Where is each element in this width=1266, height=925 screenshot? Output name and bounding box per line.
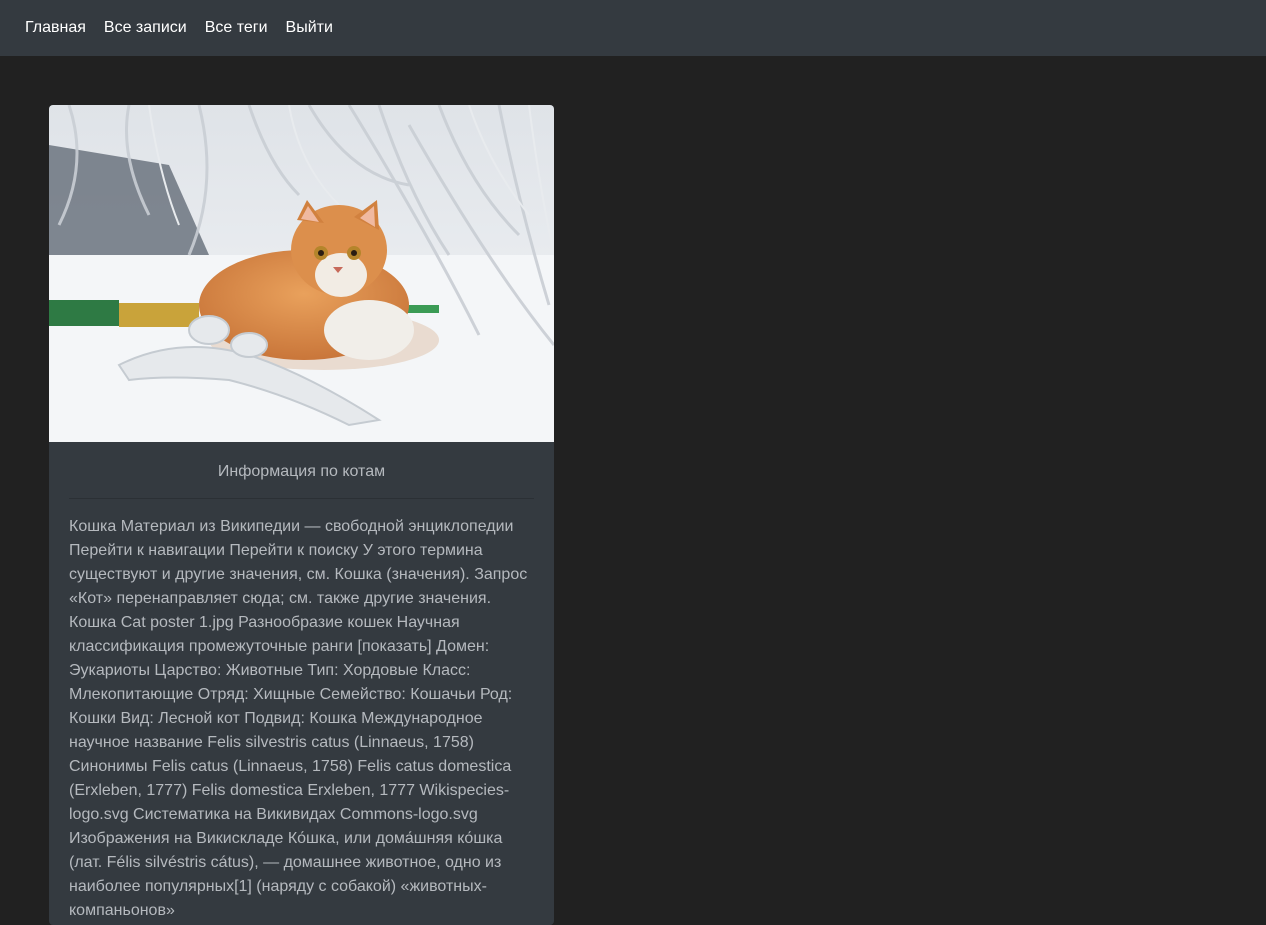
nav-link-all-posts[interactable]: Все записи	[95, 0, 196, 56]
top-navbar: Главная Все записи Все теги Выйти	[0, 0, 1266, 56]
nav-link-home[interactable]: Главная	[16, 0, 95, 56]
post-text: Кошка Материал из Википедии — свободной …	[69, 518, 528, 919]
post-card: Информация по котам Кошка Материал из Ви…	[49, 105, 554, 925]
nav-link-logout[interactable]: Выйти	[277, 0, 342, 56]
post-title: Информация по котам	[217, 463, 386, 480]
nav-link-all-tags[interactable]: Все теги	[196, 0, 277, 56]
post-image	[49, 105, 554, 442]
